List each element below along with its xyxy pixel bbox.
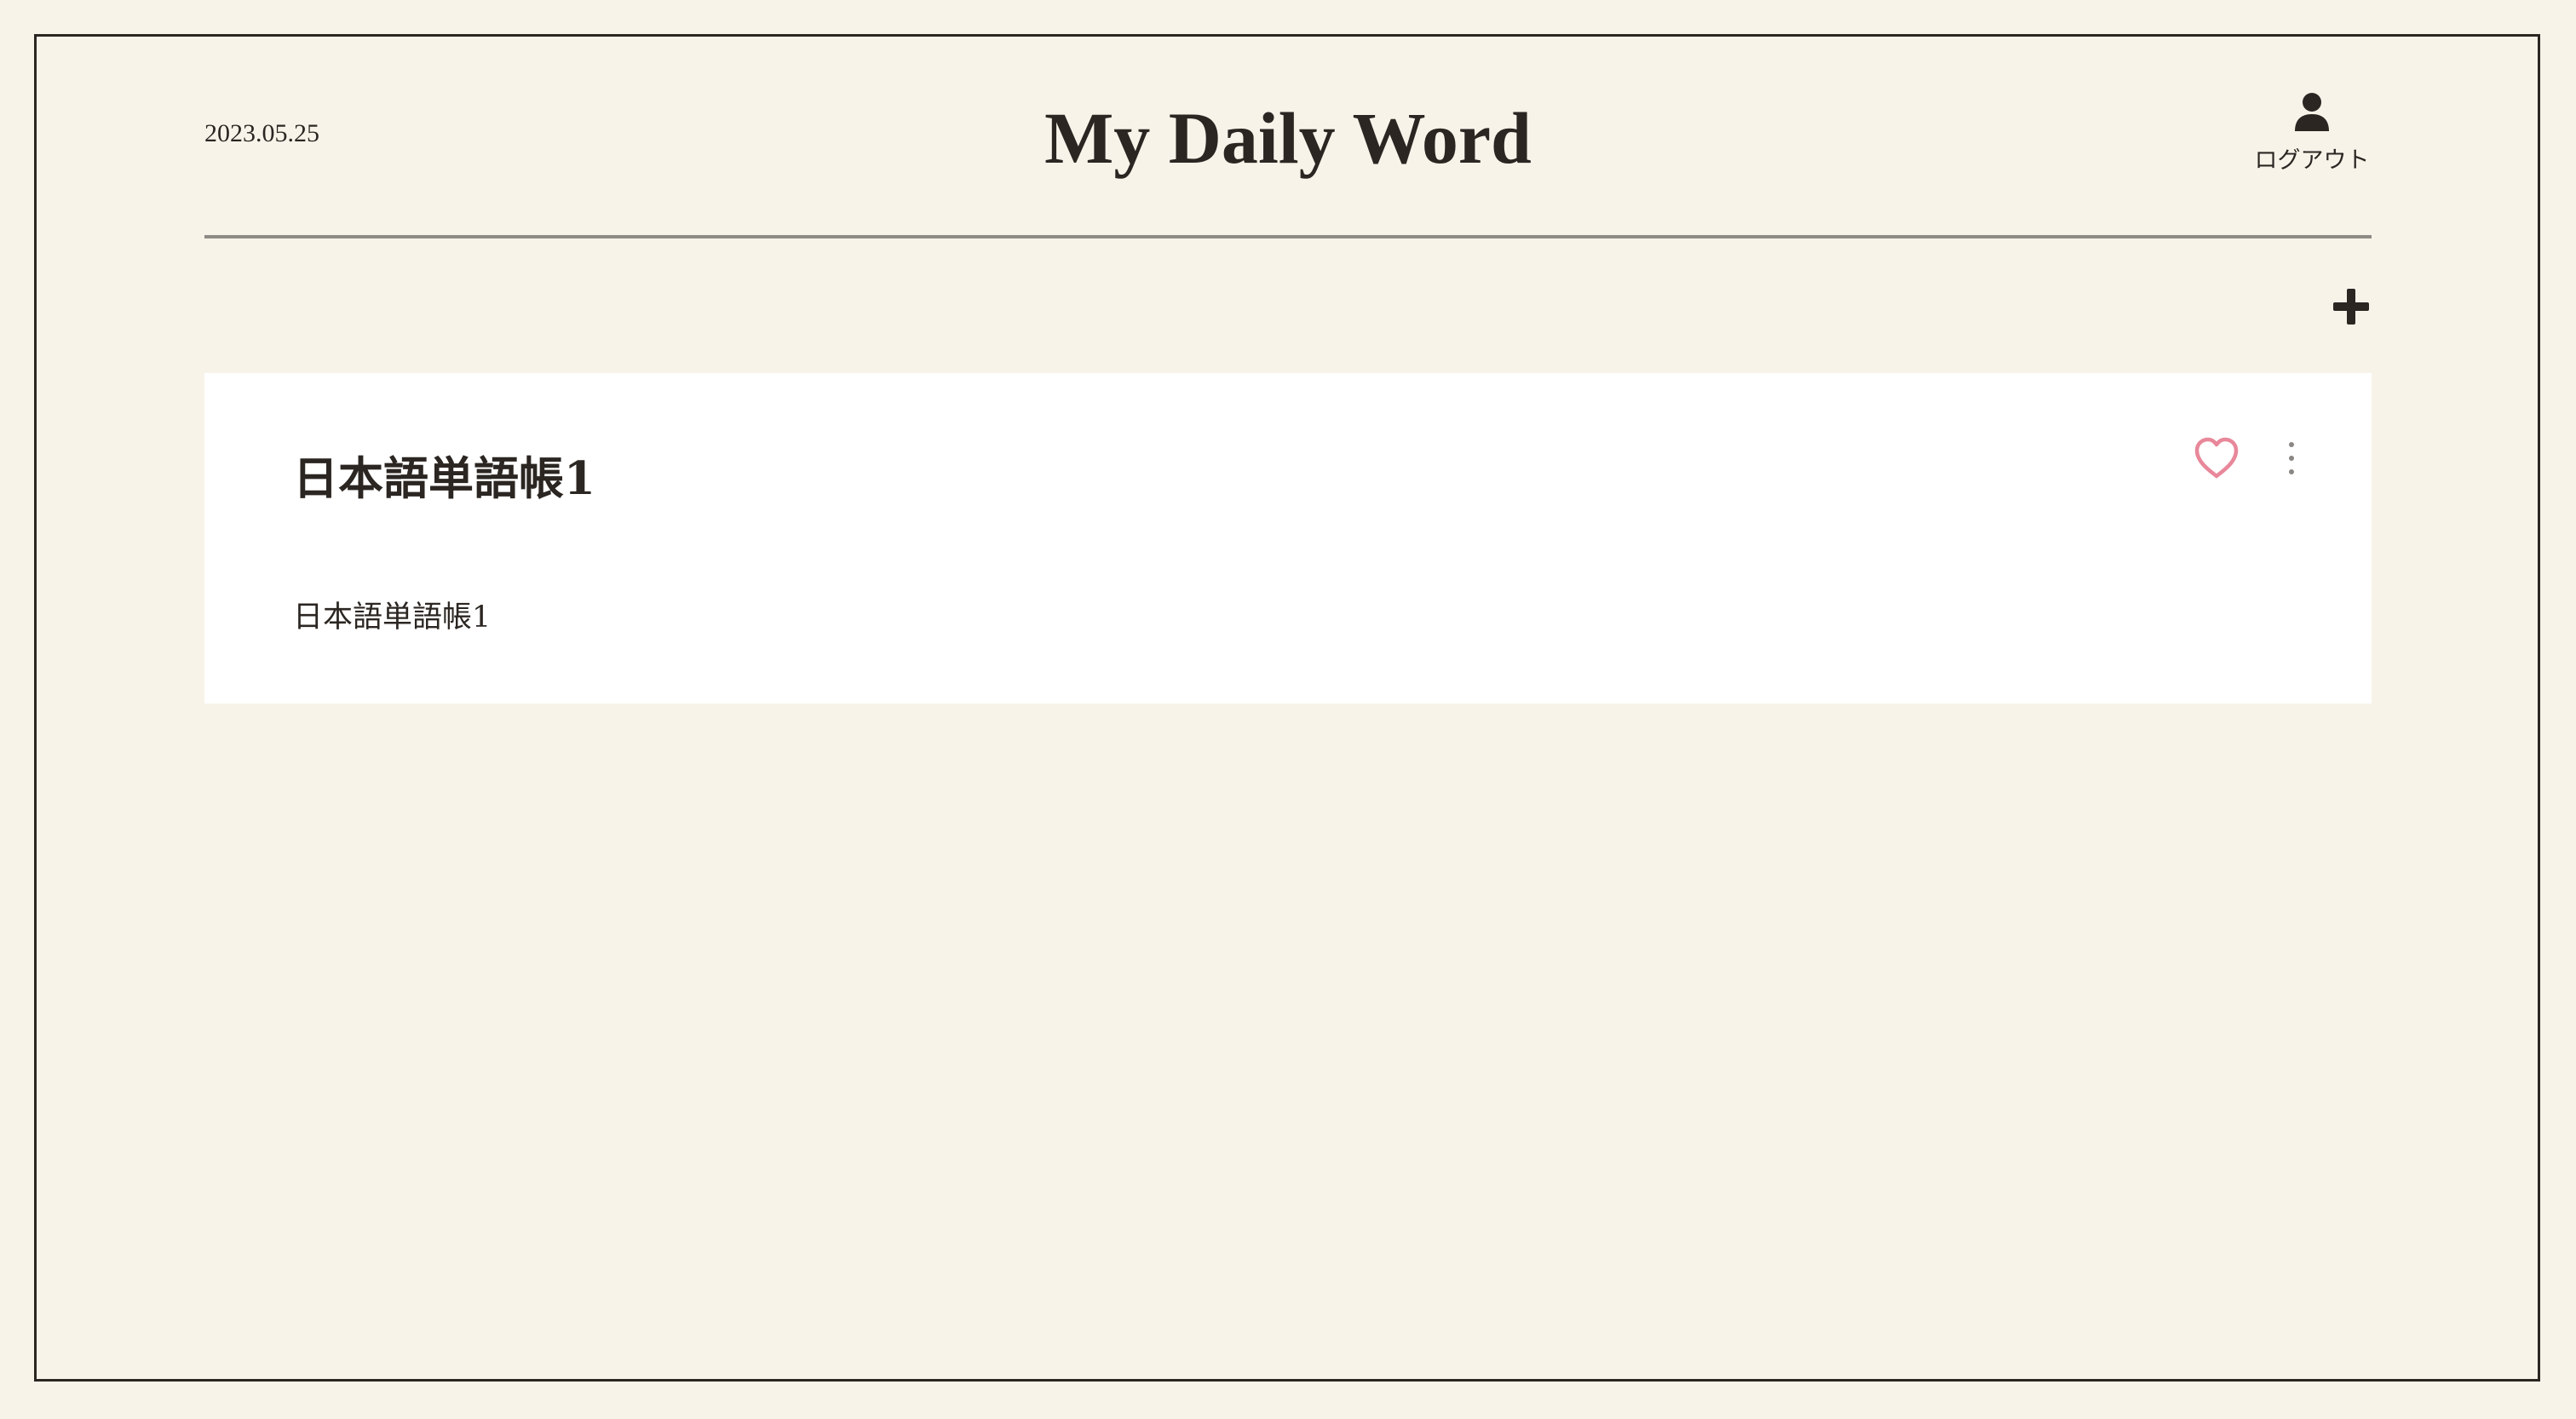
heart-icon bbox=[2194, 437, 2239, 479]
logout-button[interactable]: ログアウト bbox=[2249, 92, 2375, 175]
card-title: 日本語単語帳1 bbox=[293, 452, 595, 505]
user-icon bbox=[2295, 93, 2329, 131]
add-button[interactable] bbox=[2326, 281, 2377, 332]
card-description: 日本語単語帳1 bbox=[293, 600, 492, 635]
favorite-button[interactable] bbox=[2193, 436, 2240, 480]
more-vertical-icon bbox=[2289, 442, 2294, 474]
page-title: My Daily Word bbox=[1044, 97, 1532, 179]
wordbook-card[interactable]: 日本語単語帳1 日本語単語帳1 bbox=[204, 373, 2372, 704]
plus-icon bbox=[2333, 289, 2369, 325]
logout-label: ログアウト bbox=[2254, 147, 2370, 174]
header-divider bbox=[204, 235, 2372, 238]
card-menu-button[interactable] bbox=[2281, 439, 2302, 477]
